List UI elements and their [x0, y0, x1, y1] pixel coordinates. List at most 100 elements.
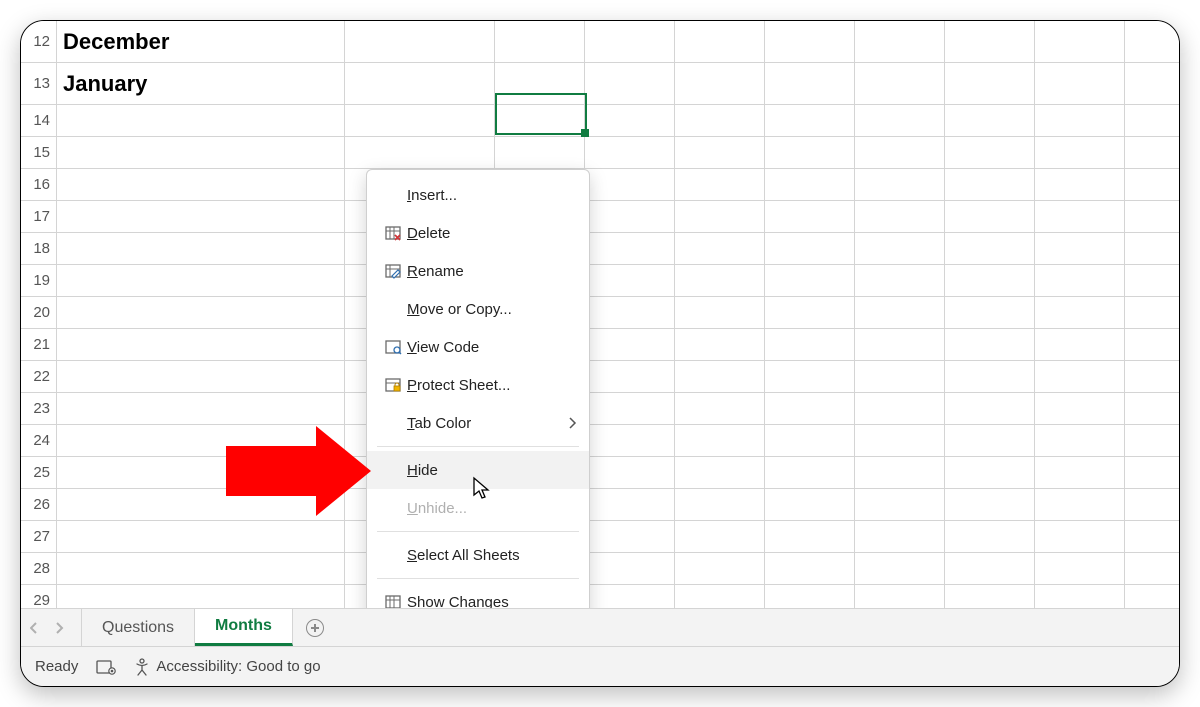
cell[interactable]	[585, 63, 675, 104]
cell[interactable]	[945, 553, 1035, 584]
cell[interactable]	[585, 329, 675, 360]
cell[interactable]	[765, 489, 855, 520]
cell[interactable]	[675, 361, 765, 392]
cell[interactable]	[765, 21, 855, 62]
cell[interactable]	[57, 425, 345, 456]
cell[interactable]: January	[57, 63, 345, 104]
cell[interactable]	[765, 201, 855, 232]
cell[interactable]	[855, 105, 945, 136]
cell[interactable]	[57, 137, 345, 168]
cell[interactable]	[855, 21, 945, 62]
cell[interactable]	[1035, 169, 1125, 200]
row-header[interactable]: 19	[21, 265, 57, 296]
cell[interactable]	[585, 489, 675, 520]
cell[interactable]	[1035, 105, 1125, 136]
cell[interactable]	[765, 553, 855, 584]
cell[interactable]	[855, 329, 945, 360]
cell[interactable]	[495, 105, 585, 136]
row-header[interactable]: 28	[21, 553, 57, 584]
menu-view-code[interactable]: View Code	[367, 328, 589, 366]
cell[interactable]	[345, 21, 495, 62]
cell[interactable]	[1125, 201, 1179, 232]
cell[interactable]	[855, 457, 945, 488]
cell[interactable]	[675, 489, 765, 520]
menu-hide[interactable]: Hide	[367, 451, 589, 489]
cell[interactable]	[1125, 553, 1179, 584]
cell[interactable]	[855, 393, 945, 424]
cell[interactable]	[1125, 425, 1179, 456]
cell[interactable]	[585, 425, 675, 456]
cell[interactable]	[585, 521, 675, 552]
cell[interactable]	[945, 425, 1035, 456]
cell[interactable]	[585, 393, 675, 424]
sheet-tab-questions[interactable]: Questions	[81, 609, 195, 646]
cell[interactable]	[1125, 21, 1179, 62]
cell[interactable]	[1125, 169, 1179, 200]
cell[interactable]	[945, 169, 1035, 200]
cell[interactable]	[345, 105, 495, 136]
cell[interactable]	[1035, 489, 1125, 520]
row-header[interactable]: 16	[21, 169, 57, 200]
menu-protect-sheet[interactable]: Protect Sheet...	[367, 366, 589, 404]
cell[interactable]	[585, 105, 675, 136]
cell[interactable]	[675, 233, 765, 264]
cell[interactable]	[57, 457, 345, 488]
cell[interactable]	[57, 265, 345, 296]
cell[interactable]	[345, 63, 495, 104]
cell[interactable]	[855, 201, 945, 232]
cell[interactable]	[765, 169, 855, 200]
row-header[interactable]: 20	[21, 297, 57, 328]
cell[interactable]	[495, 21, 585, 62]
cell[interactable]	[1035, 233, 1125, 264]
cell[interactable]	[945, 329, 1035, 360]
cell[interactable]	[57, 393, 345, 424]
cell[interactable]	[675, 553, 765, 584]
cell[interactable]	[945, 105, 1035, 136]
cell[interactable]	[675, 585, 765, 608]
cell[interactable]	[675, 265, 765, 296]
cell[interactable]	[57, 553, 345, 584]
cell[interactable]	[765, 585, 855, 608]
cell[interactable]	[1125, 297, 1179, 328]
cell[interactable]	[1125, 521, 1179, 552]
cell[interactable]	[945, 297, 1035, 328]
cell[interactable]	[945, 361, 1035, 392]
cell[interactable]	[765, 361, 855, 392]
cell[interactable]	[585, 137, 675, 168]
cell[interactable]	[1035, 297, 1125, 328]
cell[interactable]	[1035, 553, 1125, 584]
cell[interactable]	[1125, 489, 1179, 520]
cell[interactable]	[1035, 457, 1125, 488]
cell[interactable]	[1125, 329, 1179, 360]
cell[interactable]	[945, 489, 1035, 520]
row-header[interactable]: 27	[21, 521, 57, 552]
cell[interactable]	[345, 137, 495, 168]
cell[interactable]	[57, 297, 345, 328]
spreadsheet-grid[interactable]: 12December13January141516171819202122232…	[21, 21, 1179, 608]
cell[interactable]	[945, 137, 1035, 168]
cell[interactable]	[585, 585, 675, 608]
cell[interactable]	[765, 457, 855, 488]
row-header[interactable]: 14	[21, 105, 57, 136]
cell[interactable]	[585, 21, 675, 62]
cell[interactable]	[495, 63, 585, 104]
cell[interactable]	[855, 265, 945, 296]
cell[interactable]	[855, 425, 945, 456]
cell[interactable]	[1035, 137, 1125, 168]
cell[interactable]	[855, 233, 945, 264]
cell[interactable]	[585, 553, 675, 584]
cell[interactable]	[765, 233, 855, 264]
menu-rename[interactable]: Rename	[367, 252, 589, 290]
cell[interactable]	[1035, 425, 1125, 456]
menu-tab-color[interactable]: Tab Color	[367, 404, 589, 442]
cell[interactable]	[57, 489, 345, 520]
row-header[interactable]: 17	[21, 201, 57, 232]
row-header[interactable]: 15	[21, 137, 57, 168]
cell[interactable]	[855, 137, 945, 168]
cell[interactable]	[945, 233, 1035, 264]
cell[interactable]	[855, 169, 945, 200]
cell[interactable]	[585, 169, 675, 200]
cell[interactable]	[765, 265, 855, 296]
cell[interactable]	[1035, 265, 1125, 296]
row-header[interactable]: 24	[21, 425, 57, 456]
